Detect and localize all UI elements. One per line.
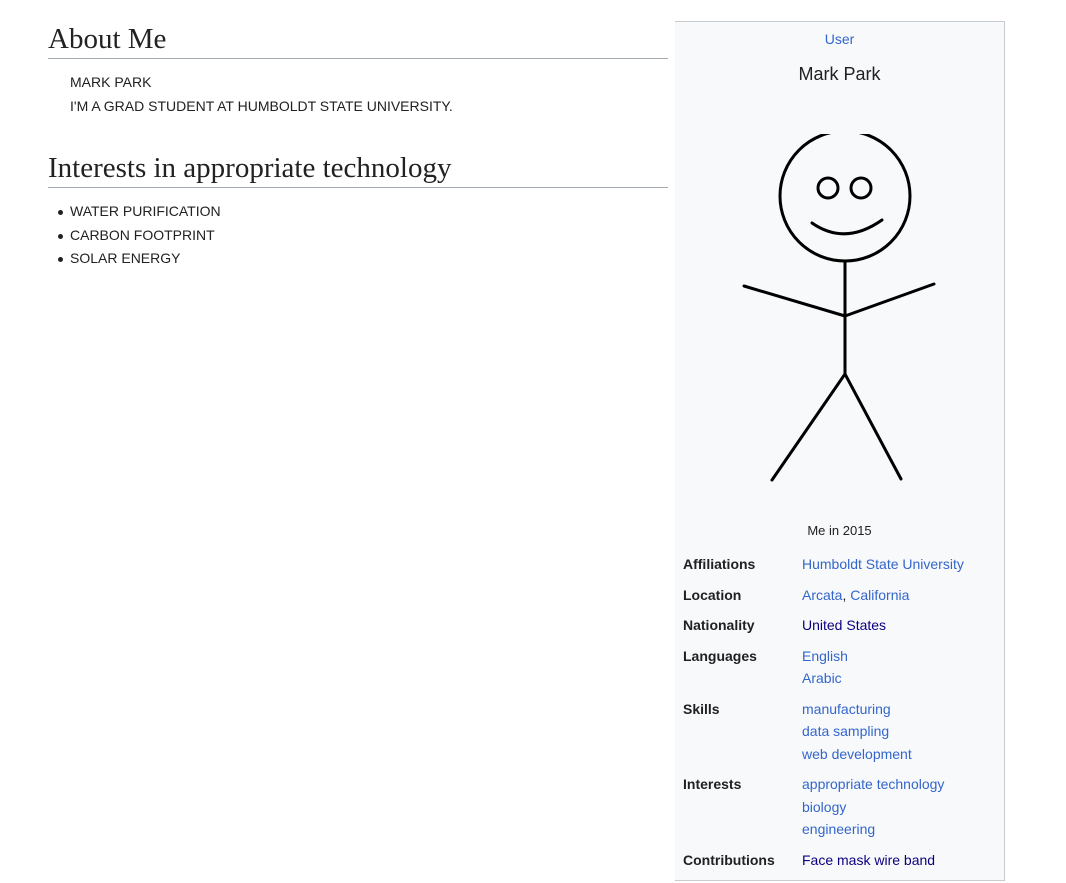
interest-link[interactable]: biology <box>802 796 944 819</box>
infobox-title: Mark Park <box>798 64 881 84</box>
infobox-values: English Arabic <box>802 645 848 690</box>
infobox-caption: Me in 2015 <box>807 523 872 538</box>
infobox-row-nationality: Nationality United States <box>683 612 1003 643</box>
infobox-values: Humboldt State University <box>802 553 964 576</box>
nationality-link[interactable]: United States <box>802 614 886 637</box>
stick-figure-avatar-icon[interactable] <box>739 134 939 506</box>
infobox-label: Nationality <box>683 617 755 633</box>
user-infobox: User Mark Park Me in 2015 Affiliations H… <box>675 21 1005 881</box>
contribution-link[interactable]: Face mask wire band <box>802 849 935 872</box>
about-line-bio: I'm a grad student at Humboldt State Uni… <box>70 98 453 114</box>
location-city-link[interactable]: Arcata <box>802 587 842 603</box>
language-link[interactable]: Arabic <box>802 667 848 690</box>
infobox-label: Contributions <box>683 851 775 868</box>
infobox-row-interests: Interests appropriate technology biology… <box>683 771 1003 847</box>
infobox-row-location: Location Arcata, California <box>683 582 1003 613</box>
infobox-label: Skills <box>683 700 720 717</box>
infobox-values: Arcata, California <box>802 584 909 607</box>
skill-link[interactable]: data sampling <box>802 720 912 743</box>
about-text: Mark Park I'm a grad student at Humboldt… <box>70 70 668 118</box>
skill-link[interactable]: web development <box>802 743 912 766</box>
heading-interests: Interests in appropriate technology <box>48 151 668 188</box>
location-separator: , <box>842 586 847 603</box>
infobox-label: Interests <box>683 776 742 792</box>
infobox-values: manufacturing data sampling web developm… <box>802 698 912 766</box>
affiliation-link[interactable]: Humboldt State University <box>802 553 964 576</box>
infobox-row-affiliations: Affiliations Humboldt State University <box>683 551 1003 582</box>
infobox-values: appropriate technology biology engineeri… <box>802 773 944 841</box>
infobox-values: Face mask wire band <box>802 849 935 872</box>
list-item: Solar energy <box>58 247 668 271</box>
interest-link[interactable]: appropriate technology <box>802 773 944 796</box>
about-line-name: Mark Park <box>70 74 152 90</box>
infobox-rows: Affiliations Humboldt State University L… <box>683 551 1003 877</box>
list-item: Water purification <box>58 200 668 224</box>
language-link[interactable]: English <box>802 645 848 668</box>
interest-link[interactable]: engineering <box>802 818 944 841</box>
skill-link[interactable]: manufacturing <box>802 698 912 721</box>
infobox-label: Affiliations <box>683 556 756 572</box>
interests-list: Water purification Carbon footprint Sola… <box>48 200 668 271</box>
infobox-values: United States <box>802 614 886 637</box>
infobox-type-link[interactable]: User <box>675 31 1004 47</box>
infobox-row-languages: Languages English Arabic <box>683 643 1003 696</box>
heading-about-me: About Me <box>48 22 668 59</box>
infobox-row-skills: Skills manufacturing data sampling web d… <box>683 696 1003 772</box>
infobox-row-contributions: Contributions Face mask wire band <box>683 847 1003 878</box>
infobox-label: Languages <box>683 647 757 664</box>
main-content: About Me Mark Park I'm a grad student at… <box>48 22 668 271</box>
list-item: Carbon footprint <box>58 224 668 248</box>
infobox-label: Location <box>683 586 742 603</box>
location-region-link[interactable]: California <box>850 587 909 603</box>
